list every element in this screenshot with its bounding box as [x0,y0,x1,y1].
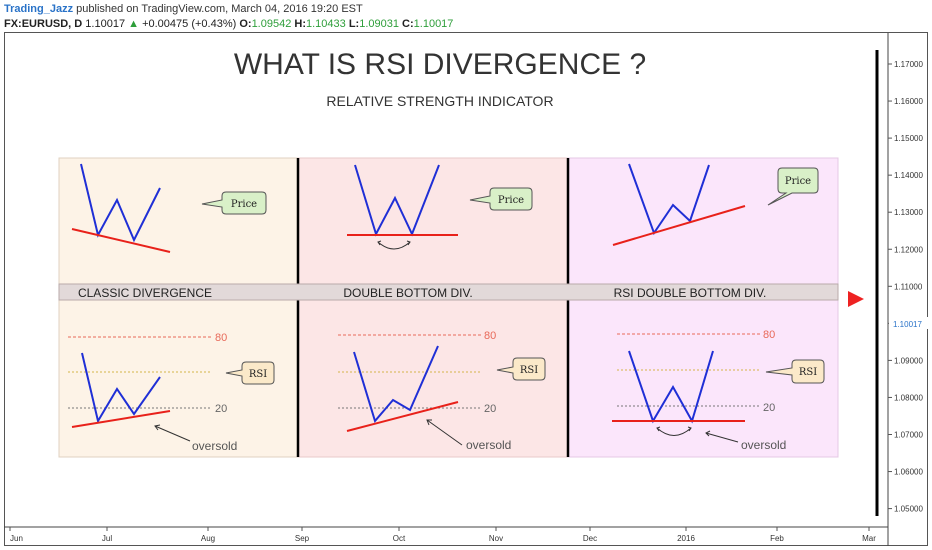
price-tick-label: 1.06000 [894,468,923,477]
panel3-rsi-label: RSI [799,367,817,378]
panel-label-double-bottom: DOUBLE BOTTOM DIV. [343,286,472,300]
panel2-level-80: 80 [484,330,496,342]
time-tick-label: Mar [862,534,876,543]
panel3-note: oversold [741,438,786,452]
time-tick-label: Feb [770,534,784,543]
chart-subtitle: RELATIVE STRENGTH INDICATOR [326,93,553,109]
panel-label-rsi-double-bottom: RSI DOUBLE BOTTOM DIV. [614,286,767,300]
price-tick-label: 1.16000 [894,97,923,106]
current-price-badge: 1.10017 [889,317,928,329]
time-tick-label: Nov [489,534,503,543]
chart-title: WHAT IS RSI DIVERGENCE ? [234,48,646,81]
time-tick-label: Oct [393,534,406,543]
panel2-note: oversold [466,438,511,452]
time-tick-label: Dec [583,534,597,543]
price-tick-label: 1.12000 [894,245,923,254]
panel3-level-80: 80 [763,329,775,341]
time-tick-label: Jul [102,534,112,543]
panel1-rsi-label: RSI [249,369,267,380]
panel1-level-80: 80 [215,332,227,344]
price-tick-label: 1.17000 [894,60,923,69]
time-tick-label: 2016 [677,534,695,543]
price-tick-label: 1.13000 [894,208,923,217]
price-tick-label: 1.15000 [894,134,923,143]
panel2-price-label: Price [498,195,524,206]
panel3-level-20: 20 [763,402,775,414]
price-tick-label: 1.07000 [894,431,923,440]
price-tick-label: 1.14000 [894,171,923,180]
time-tick-label: Sep [295,534,310,543]
panel-label-classic: CLASSIC DIVERGENCE [78,286,212,300]
panel1-level-20: 20 [215,403,227,415]
panel2-level-20: 20 [484,403,496,415]
time-tick-label: Aug [201,534,215,543]
time-tick-label: Jun [10,534,23,543]
panel1-note: oversold [192,439,237,453]
price-tick-label: 1.11000 [894,282,923,291]
price-axis[interactable]: 1.17000 1.16000 1.15000 1.14000 1.13000 1.120… [888,60,923,514]
time-axis[interactable]: Jun Jul Aug Sep Oct Nov Dec 2016 Feb Mar [9,527,876,543]
panel3-price-label: Price [785,176,811,187]
price-tick-label: 1.08000 [894,393,923,402]
price-tick-label: 1.05000 [894,505,923,514]
panel1-price-label: Price [231,199,257,210]
chart-canvas[interactable]: WHAT IS RSI DIVERGENCE ? RELATIVE STRENG… [0,0,932,550]
panel-rsi-double-bottom [567,157,839,458]
current-price-text: 1.10017 [893,320,922,329]
panel2-rsi-label: RSI [520,365,538,376]
price-tick-label: 1.09000 [894,356,923,365]
triangle-right-icon [848,291,864,307]
